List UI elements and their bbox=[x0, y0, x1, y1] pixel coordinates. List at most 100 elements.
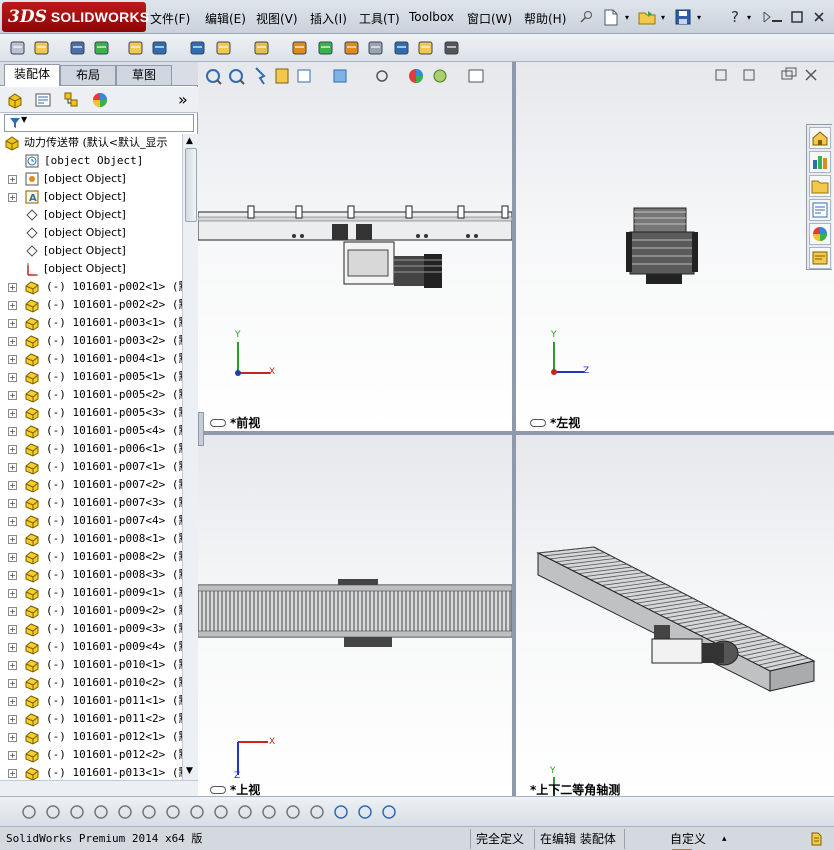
tree-part-row[interactable]: + (-) 101601-p007<4> (默认 bbox=[0, 512, 182, 530]
link-views-icon[interactable] bbox=[210, 785, 226, 794]
scissors-tool-icon[interactable] bbox=[188, 803, 206, 821]
move-component-icon[interactable] bbox=[150, 38, 170, 58]
expand-toggle-icon[interactable]: + bbox=[8, 319, 17, 328]
tree-part-row[interactable]: + (-) 101601-p012<2> (默认 bbox=[0, 746, 182, 764]
window-tool-icon[interactable] bbox=[356, 803, 374, 821]
tree-item-annotation[interactable]: + A [object Object] bbox=[0, 188, 182, 206]
link-views-icon[interactable] bbox=[210, 418, 226, 427]
close-window-button[interactable] bbox=[808, 7, 830, 27]
help-dropdown-icon[interactable]: ▾ bbox=[744, 7, 754, 27]
expand-toggle-icon[interactable]: + bbox=[8, 679, 17, 688]
open-dropdown-icon[interactable]: ▾ bbox=[658, 7, 668, 27]
menu-item-4[interactable]: 工具(T) bbox=[359, 8, 400, 29]
interference-detection-icon[interactable] bbox=[392, 38, 412, 58]
expand-toggle-icon[interactable]: + bbox=[8, 625, 17, 634]
grid-tool-icon[interactable] bbox=[284, 803, 302, 821]
tree-part-row[interactable]: + (-) 101601-p005<4> (默认 bbox=[0, 422, 182, 440]
tree-item-origin[interactable]: [object Object] bbox=[0, 260, 182, 278]
help-icon[interactable]: ? bbox=[726, 7, 744, 27]
expand-toggle-icon[interactable]: + bbox=[8, 355, 17, 364]
quick-tips-icon[interactable] bbox=[808, 831, 824, 847]
mate-icon[interactable] bbox=[68, 38, 88, 58]
menu-item-2[interactable]: 视图(V) bbox=[256, 8, 298, 29]
new-dropdown-icon[interactable]: ▾ bbox=[622, 7, 632, 27]
tree-part-row[interactable]: + (-) 101601-p009<1> (默认 bbox=[0, 584, 182, 602]
pen-tool-icon[interactable] bbox=[236, 803, 254, 821]
assembly-visualization-icon[interactable] bbox=[442, 38, 462, 58]
tree-part-row[interactable]: + (-) 101601-p009<2> (默认 bbox=[0, 602, 182, 620]
custom-properties-icon[interactable] bbox=[809, 247, 831, 269]
expand-toggle-icon[interactable]: + bbox=[8, 733, 17, 742]
tree-part-row[interactable]: + (-) 101601-p011<1> (默认 bbox=[0, 692, 182, 710]
expand-toggle-icon[interactable]: + bbox=[8, 445, 17, 454]
display-manager-icon[interactable] bbox=[90, 91, 110, 109]
expand-toggle-icon[interactable]: + bbox=[8, 517, 17, 526]
expand-toggle-icon[interactable]: + bbox=[8, 337, 17, 346]
graphics-area[interactable]: Y X *前视 Y Z *左视 X Z *上视 Y *上下二等角轴测 bbox=[198, 62, 834, 796]
save-dropdown-icon[interactable]: ▾ bbox=[694, 7, 704, 27]
cutter-tool-icon[interactable] bbox=[164, 803, 182, 821]
tree-part-row[interactable]: + (-) 101601-p010<2> (默认 bbox=[0, 674, 182, 692]
new-document-icon[interactable] bbox=[600, 7, 622, 27]
reference-geometry-icon[interactable] bbox=[252, 38, 272, 58]
pin-icon[interactable] bbox=[576, 7, 596, 27]
expand-toggle-icon[interactable]: + bbox=[8, 715, 17, 724]
expand-toggle-icon[interactable]: + bbox=[8, 607, 17, 616]
trim-tool-icon[interactable] bbox=[116, 803, 134, 821]
menu-item-5[interactable]: Toolbox bbox=[409, 8, 454, 26]
expand-toggle-icon[interactable]: + bbox=[8, 535, 17, 544]
file-explorer-icon[interactable] bbox=[809, 175, 831, 197]
scroll-thumb[interactable] bbox=[185, 148, 197, 222]
expand-toggle-icon[interactable]: + bbox=[8, 643, 17, 652]
triangle-tool-icon[interactable] bbox=[308, 803, 326, 821]
tab-sketch[interactable]: 草图 bbox=[116, 65, 172, 85]
cube-tool-icon[interactable] bbox=[332, 803, 350, 821]
mirror-tool-icon[interactable] bbox=[212, 803, 230, 821]
tree-part-row[interactable]: + (-) 101601-p009<3> (默认 bbox=[0, 620, 182, 638]
assembly-features-icon[interactable] bbox=[214, 38, 234, 58]
tree-part-row[interactable]: + (-) 101601-p008<2> (默认 bbox=[0, 548, 182, 566]
viewport-horizontal-divider[interactable] bbox=[198, 431, 834, 435]
tree-part-row[interactable]: + (-) 101601-p003<1> (默认 bbox=[0, 314, 182, 332]
new-motion-study-icon[interactable] bbox=[290, 38, 310, 58]
viewport-isometric[interactable]: Y X *上下二等角轴测 bbox=[516, 435, 834, 796]
expand-toggle-icon[interactable]: + bbox=[8, 769, 17, 778]
tree-part-row[interactable]: + (-) 101601-p005<3> (默认 bbox=[0, 404, 182, 422]
tree-part-row[interactable]: + (-) 101601-p003<2> (默认 bbox=[0, 332, 182, 350]
point-tool-icon[interactable] bbox=[20, 803, 38, 821]
tree-part-row[interactable]: + (-) 101601-p011<2> (默认 bbox=[0, 710, 182, 728]
tree-item-plane[interactable]: [object Object] bbox=[0, 242, 182, 260]
expand-toggle-icon[interactable]: + bbox=[8, 553, 17, 562]
tree-part-row[interactable]: + (-) 101601-p002<1> (默认 bbox=[0, 278, 182, 296]
view-palette-icon[interactable] bbox=[809, 199, 831, 221]
tree-item-plane[interactable]: [object Object] bbox=[0, 224, 182, 242]
configuration-manager-icon[interactable] bbox=[62, 91, 80, 109]
appearances-icon[interactable] bbox=[809, 223, 831, 245]
line-tool-icon[interactable] bbox=[68, 803, 86, 821]
maximize-window-button[interactable] bbox=[786, 7, 808, 27]
tree-part-row[interactable]: + (-) 101601-p005<1> (默认 bbox=[0, 368, 182, 386]
expand-toggle-icon[interactable]: + bbox=[8, 463, 17, 472]
tree-item-sensor[interactable]: + [object Object] bbox=[0, 170, 182, 188]
expand-toggle-icon[interactable]: + bbox=[8, 427, 17, 436]
expand-toggle-icon[interactable]: + bbox=[8, 373, 17, 382]
expand-toggle-icon[interactable]: + bbox=[8, 697, 17, 706]
tree-item-plane[interactable]: [object Object] bbox=[0, 206, 182, 224]
dimension-tool-icon[interactable] bbox=[260, 803, 278, 821]
filter-dropdown-icon[interactable]: ▼ bbox=[21, 115, 27, 124]
units-dropdown-icon[interactable]: ▴ bbox=[722, 830, 727, 848]
circle-tool-icon[interactable] bbox=[44, 803, 62, 821]
minimize-window-button[interactable] bbox=[766, 7, 788, 27]
tree-part-row[interactable]: + (-) 101601-p010<1> (默认 bbox=[0, 656, 182, 674]
solidworks-logo[interactable]: 3DS SOLIDWORKS bbox=[2, 2, 149, 32]
link-views-icon[interactable] bbox=[530, 418, 546, 427]
expand-toggle-icon[interactable]: + bbox=[8, 499, 17, 508]
viewport-vertical-divider[interactable] bbox=[512, 62, 516, 796]
viewport-front[interactable]: Y X *前视 bbox=[198, 62, 512, 431]
expand-toggle-icon[interactable]: + bbox=[8, 283, 17, 292]
tree-horizontal-scrollbar[interactable] bbox=[0, 780, 198, 796]
assembly-new-icon[interactable] bbox=[8, 38, 28, 58]
bill-of-materials-icon[interactable] bbox=[316, 38, 336, 58]
feature-manager-icon[interactable] bbox=[6, 91, 24, 109]
tree-item-history[interactable]: [object Object] bbox=[0, 152, 182, 170]
